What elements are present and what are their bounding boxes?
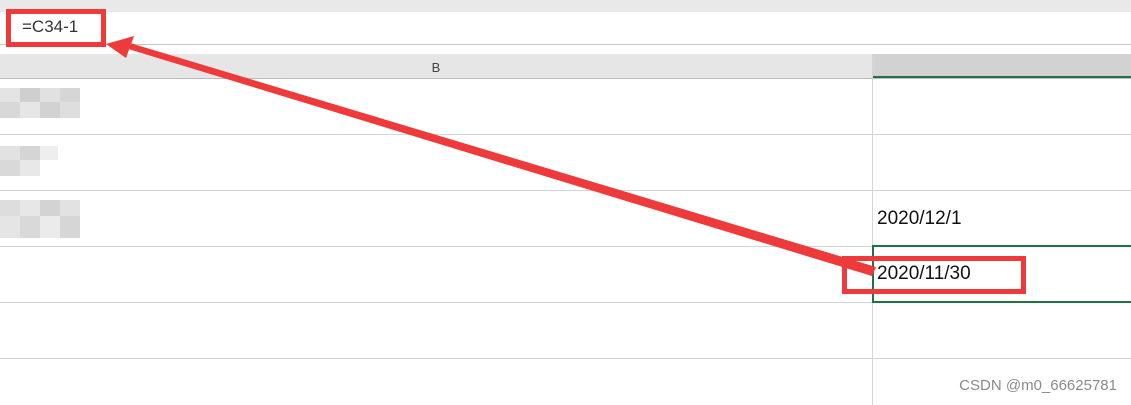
arrow-head-icon [106, 36, 134, 58]
watermark: CSDN @m0_66625781 [959, 377, 1117, 394]
arrow-shaft [112, 43, 876, 276]
annotation-arrow [106, 36, 876, 276]
